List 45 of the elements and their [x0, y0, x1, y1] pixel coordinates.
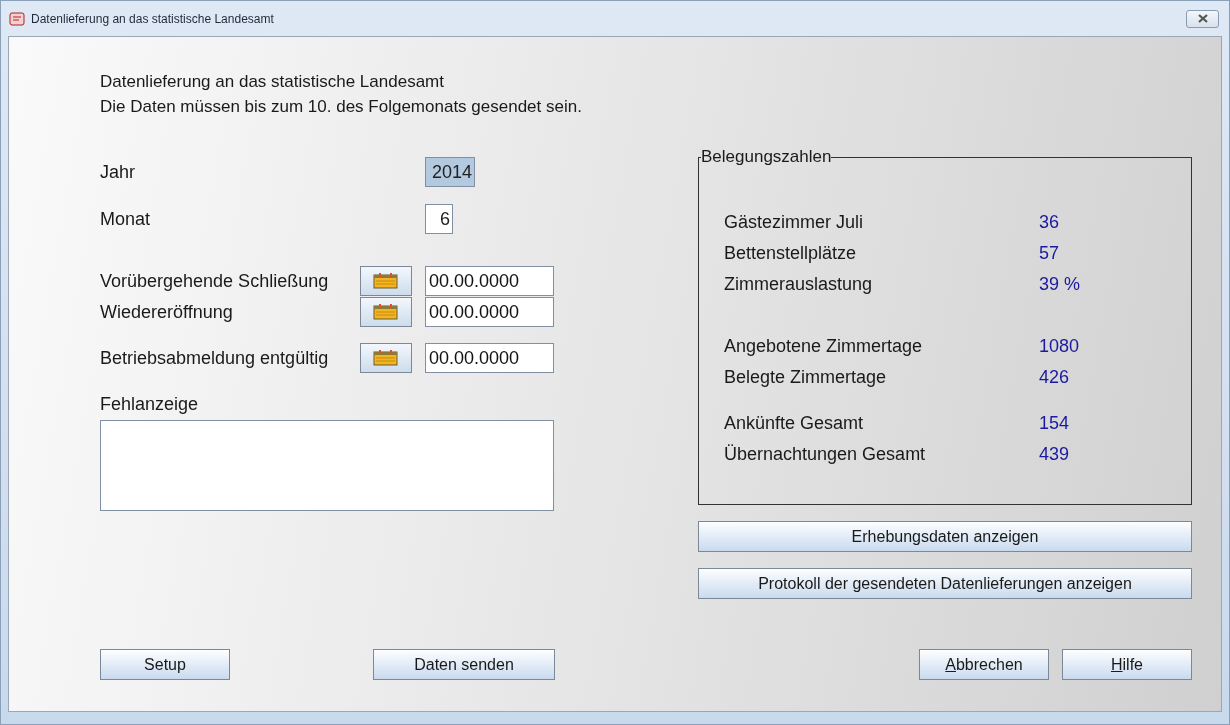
field-label: Fehlanzeige	[100, 394, 200, 415]
calendar-icon	[373, 349, 399, 367]
calendar-button[interactable]	[360, 266, 412, 296]
stat-label: Bettenstellplätze	[724, 243, 858, 264]
intro-text: Die Daten müssen bis zum 10. des Folgemonats gesendet sein.	[100, 96, 583, 118]
field-label: Monat	[100, 208, 152, 230]
calendar-button[interactable]	[360, 297, 412, 327]
month-field[interactable]: 6	[425, 204, 453, 234]
date-field[interactable]: 00.00.0000	[425, 266, 554, 296]
action-button[interactable]: Daten senden	[373, 649, 555, 680]
stat-label: Angebotene Zimmertage	[724, 336, 924, 357]
close-button[interactable]	[1186, 9, 1219, 28]
text-area[interactable]	[100, 420, 554, 511]
app-icon	[9, 11, 25, 26]
field-label: Jahr	[100, 161, 136, 183]
intro-text: Datenlieferung an das statistische Landesamt	[100, 71, 445, 93]
stat-value: 36	[1039, 212, 1061, 233]
close-icon	[1196, 14, 1209, 23]
window-title: Datenlieferung an das statistische Landesamt	[31, 11, 275, 26]
stat-label: Belegte Zimmertage	[724, 367, 888, 388]
stat-label: Übernachtungen Gesamt	[724, 444, 927, 465]
calendar-icon	[373, 303, 399, 321]
action-button[interactable]: Setup	[100, 649, 230, 680]
field-label: Vorübergehende Schließung	[100, 270, 330, 292]
stat-label: Gästezimmer Juli	[724, 212, 865, 233]
stat-value: 426	[1039, 367, 1071, 388]
panel-title: Belegungszahlen	[701, 147, 832, 167]
stat-label: Zimmerauslastung	[724, 274, 874, 295]
help-button[interactable]: Hilfe	[1062, 649, 1192, 680]
stat-value: 57	[1039, 243, 1061, 264]
stat-value: 154	[1039, 413, 1071, 434]
action-button[interactable]: Protokoll der gesendeten Datenlieferungen anzeigen	[698, 568, 1192, 599]
date-field[interactable]: 00.00.0000	[425, 297, 554, 327]
action-button[interactable]: Erhebungsdaten anzeigen	[698, 521, 1192, 552]
calendar-icon	[373, 272, 399, 290]
cancel-button[interactable]: Abbrechen	[919, 649, 1049, 680]
field-label: Wiedereröffnung	[100, 301, 234, 323]
date-field[interactable]: 00.00.0000	[425, 343, 554, 373]
year-field[interactable]: 2014	[425, 157, 475, 187]
field-label: Betriebsabmeldung entgültig	[100, 347, 330, 369]
calendar-button[interactable]	[360, 343, 412, 373]
stat-label: Ankünfte Gesamt	[724, 413, 865, 434]
stat-value: 39 %	[1039, 274, 1082, 295]
stat-value: 439	[1039, 444, 1071, 465]
stat-value: 1080	[1039, 336, 1081, 357]
